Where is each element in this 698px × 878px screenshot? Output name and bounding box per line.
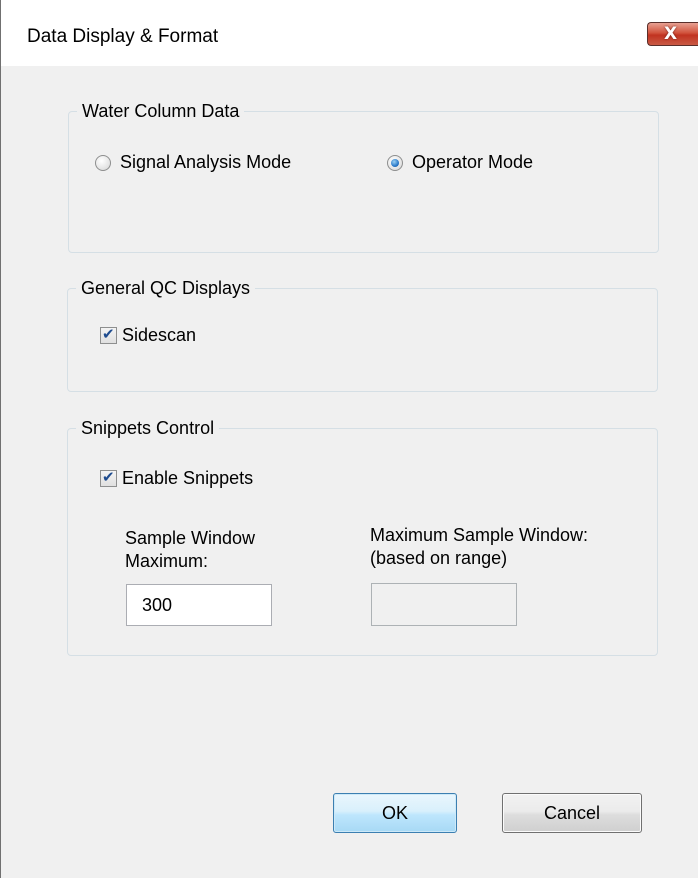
sample-window-label-line1: Sample Window — [125, 528, 256, 548]
radio-selected-icon — [387, 154, 403, 171]
cancel-button[interactable]: Cancel — [502, 793, 642, 833]
checkbox-checked-icon — [100, 468, 117, 487]
water-column-group: Water Column Data — [68, 100, 659, 253]
operator-mode-label: Operator Mode — [412, 152, 534, 172]
operator-mode-radio[interactable]: Operator Mode — [387, 152, 533, 173]
enable-snippets-label: Enable Snippets — [122, 468, 254, 488]
general-qc-legend: General QC Displays — [76, 277, 256, 299]
max-sample-window-label-line2: (based on range) — [370, 548, 508, 568]
max-sample-window-label-line1: Maximum Sample Window: — [370, 525, 589, 545]
sample-window-label-line2: Maximum: — [125, 551, 209, 571]
window-title: Data Display & Format — [27, 26, 219, 47]
radio-icon — [95, 154, 111, 171]
signal-analysis-mode-radio[interactable]: Signal Analysis Mode — [95, 152, 291, 173]
ok-button[interactable]: OK — [333, 793, 457, 833]
sidescan-checkbox[interactable]: Sidescan — [100, 325, 196, 346]
title-bar[interactable]: Data Display & Format X — [1, 0, 698, 66]
checkbox-checked-icon — [100, 325, 117, 344]
close-button[interactable]: X — [647, 22, 698, 46]
max-sample-window-field — [371, 583, 517, 626]
signal-analysis-mode-label: Signal Analysis Mode — [120, 152, 292, 172]
snippets-control-legend: Snippets Control — [76, 417, 220, 439]
water-column-legend: Water Column Data — [77, 100, 245, 122]
close-icon: X — [664, 24, 678, 44]
enable-snippets-checkbox[interactable]: Enable Snippets — [100, 468, 253, 489]
dialog-window: Data Display & Format X Water Column Dat… — [0, 0, 698, 878]
sample-window-input[interactable]: 300 — [126, 584, 272, 626]
sidescan-label: Sidescan — [122, 325, 197, 345]
